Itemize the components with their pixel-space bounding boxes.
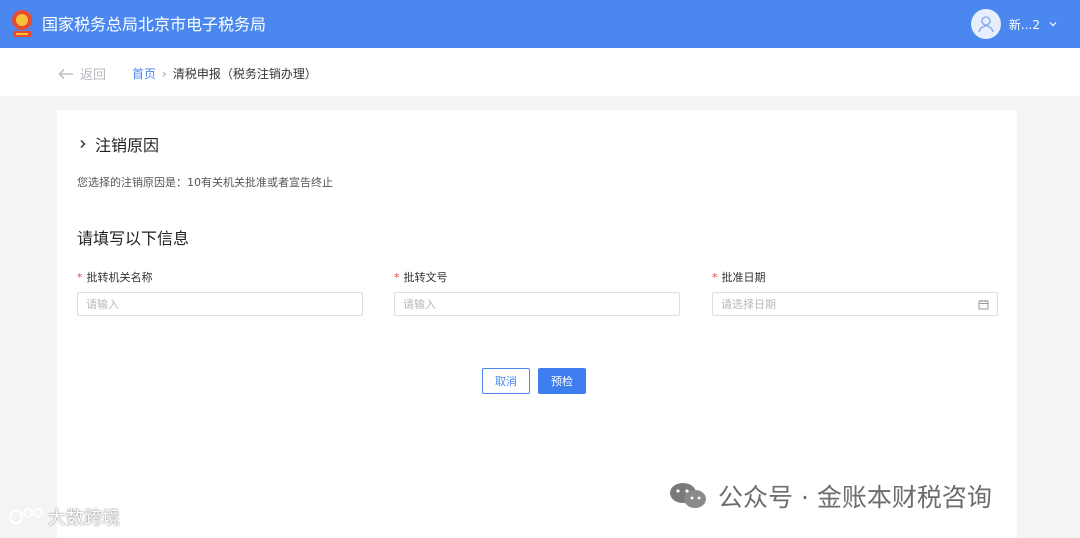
breadcrumb-home-link[interactable]: 首页 [132,65,156,82]
wechat-icon [670,483,706,508]
reason-value: 10有关机关批准或者宣告终止 [187,176,333,189]
form-title: 请填写以下信息 [77,229,190,248]
breadcrumb-current: 清税申报（税务注销办理） [172,67,317,81]
input-placeholder: 请输入 [86,298,119,311]
watermark-right-text: 公众号 · 金账本财税咨询 [718,483,992,512]
reason-text: 您选择的注销原因是： 10有关机关批准或者宣告终止 [77,174,333,190]
approval-authority-field: * 批转机关名称 请输入 [77,270,363,316]
user-icon [978,16,994,33]
field-label: 批转文号 [403,271,448,284]
main-content-card: 注销原因 您选择的注销原因是： 10有关机关批准或者宣告终止 请填写以下信息 *… [57,110,1017,538]
site-title: 国家税务总局北京市电子税务局 [42,15,267,34]
chevron-right-icon [80,139,86,149]
required-mark: * [712,271,718,284]
cancellation-reason-section[interactable]: 注销原因 [79,132,159,156]
approval-date-picker[interactable]: 请选择日期 [712,292,998,316]
arrow-left-icon [58,68,73,79]
reason-prefix: 您选择的注销原因是： [77,176,187,189]
breadcrumb: 首页 › 清税申报（税务注销办理） [132,65,317,82]
section-title: 注销原因 [95,136,160,155]
cancel-button[interactable]: 取消 [482,368,530,394]
breadcrumb-separator-icon: › [162,66,167,81]
watermark-logo-icon [9,508,43,524]
approval-document-number-field: * 批转文号 请输入 [394,270,680,316]
back-button[interactable]: 返回 [58,64,106,83]
watermark-left: 大数跨境 [8,504,120,530]
field-label: 批准日期 [721,271,766,284]
required-mark: * [394,271,400,284]
input-placeholder: 请输入 [403,298,436,311]
navigation-bar: 返回 首页 › 清税申报（税务注销办理） [0,48,1080,96]
required-mark: * [77,271,83,284]
watermark-right: 公众号 · 金账本财税咨询 [668,478,992,514]
field-label: 批转机关名称 [86,271,153,284]
precheck-button[interactable]: 预检 [538,368,586,394]
user-name[interactable]: 新...2 [1009,16,1040,33]
avatar[interactable] [970,9,1001,39]
input-placeholder: 请选择日期 [721,298,776,311]
approval-document-number-input[interactable]: 请输入 [394,292,680,316]
calendar-icon[interactable] [978,299,989,310]
top-header-bar: 国家税务总局北京市电子税务局 新...2 [0,0,1080,48]
user-menu[interactable]: 新...2 [970,9,1058,39]
watermark-left-text: 大数跨境 [48,508,120,529]
tax-emblem-icon [12,10,32,37]
chevron-down-icon[interactable] [1048,19,1058,29]
approval-authority-input[interactable]: 请输入 [77,292,363,316]
back-label: 返回 [80,68,107,83]
approval-date-field: * 批准日期 请选择日期 [712,270,998,316]
